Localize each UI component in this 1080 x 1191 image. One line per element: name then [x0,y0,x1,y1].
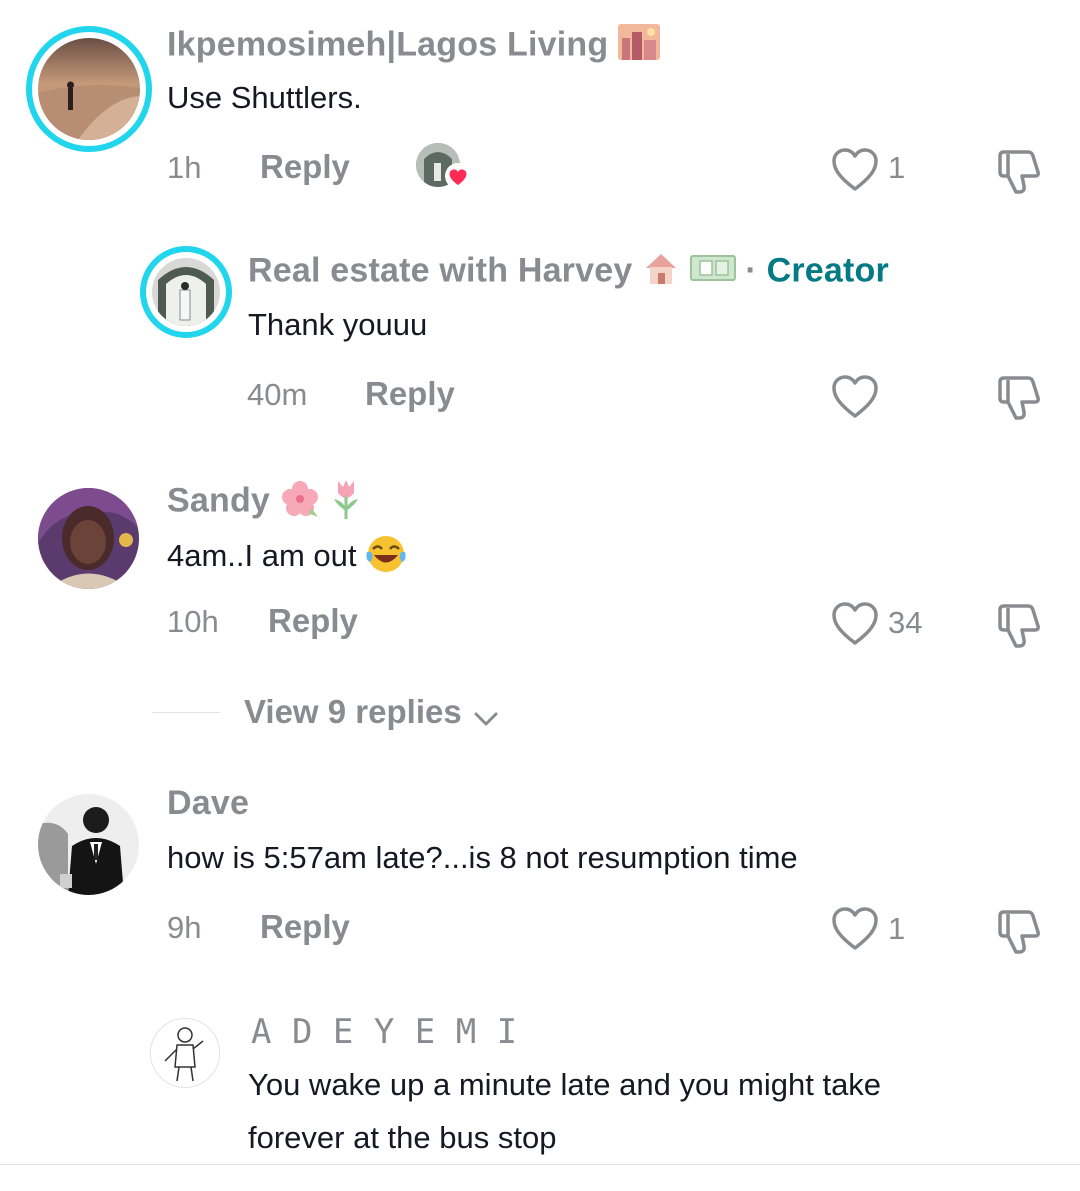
hibiscus-emoji-icon [280,479,320,526]
comment-username[interactable]: Real estate with Harvey · Creator [248,250,889,295]
dislike-icon[interactable] [994,148,1042,196]
username-text[interactable]: Sandy [167,481,270,519]
reply-button[interactable]: Reply [365,375,455,413]
comment-text: how is 5:57am late?...is 8 not resumptio… [167,840,798,875]
comment-time: 10h [167,604,219,639]
view-replies-divider [152,712,220,713]
comment-username[interactable]: A D E Y E M I [251,1012,517,1052]
creator-badge: Creator [766,251,889,290]
heart-outline-icon[interactable] [831,374,879,420]
comment-username[interactable]: Sandy [167,477,363,528]
comment-text: 4am..I am out [167,534,407,582]
interior-avatar [152,258,220,326]
like-count: 34 [888,605,923,640]
comment-username[interactable]: Ikpemosimeh|Lagos Living [167,24,660,69]
comment-time: 1h [167,150,202,185]
sketch-avatar[interactable] [150,1018,220,1088]
creator-separator: · [745,251,757,290]
city-emoji-icon [617,24,660,69]
tulip-emoji-icon [329,477,363,528]
money-emoji-icon [689,253,736,292]
heart-outline-icon[interactable] [831,601,879,647]
suit-man-avatar[interactable] [38,794,139,895]
heart-outline-icon[interactable] [831,906,879,952]
dislike-icon[interactable] [994,602,1042,650]
like-count: 1 [888,150,906,185]
comment-text-line-2: forever at the bus stop [248,1120,557,1155]
view-replies-button[interactable]: View 9 replies [244,693,500,731]
beach-silhouette-avatar [38,38,140,140]
comment-text: Use Shuttlers. [167,80,362,115]
username-text[interactable]: Ikpemosimeh|Lagos Living [167,25,608,63]
heart-badge-icon [445,163,471,189]
creator-liked-badge [416,143,472,191]
dislike-icon[interactable] [994,374,1042,422]
comment-username[interactable]: Dave [167,784,249,823]
comment-time: 9h [167,910,202,945]
bottom-divider [0,1164,1080,1165]
heart-outline-icon[interactable] [831,147,879,193]
house-emoji-icon [642,250,680,295]
reply-button[interactable]: Reply [260,908,350,946]
chevron-down-icon [474,712,498,726]
reply-button[interactable]: Reply [268,602,358,640]
view-replies-label[interactable]: View 9 replies [244,693,462,730]
comment-text-line-1: You wake up a minute late and you might … [248,1067,882,1102]
dislike-icon[interactable] [994,908,1042,956]
username-text[interactable]: Real estate with Harvey [248,251,632,289]
comment-time: 40m [247,377,308,412]
reply-button[interactable]: Reply [260,148,350,186]
avatar-harvey[interactable] [140,246,232,338]
comment-text-content: 4am..I am out [167,538,357,574]
portrait-avatar[interactable] [38,488,139,589]
laughing-emoji-icon [365,534,407,582]
avatar-ikpemosimeh[interactable] [26,26,152,152]
comment-text: Thank youuu [248,307,428,342]
like-count: 1 [888,911,906,946]
